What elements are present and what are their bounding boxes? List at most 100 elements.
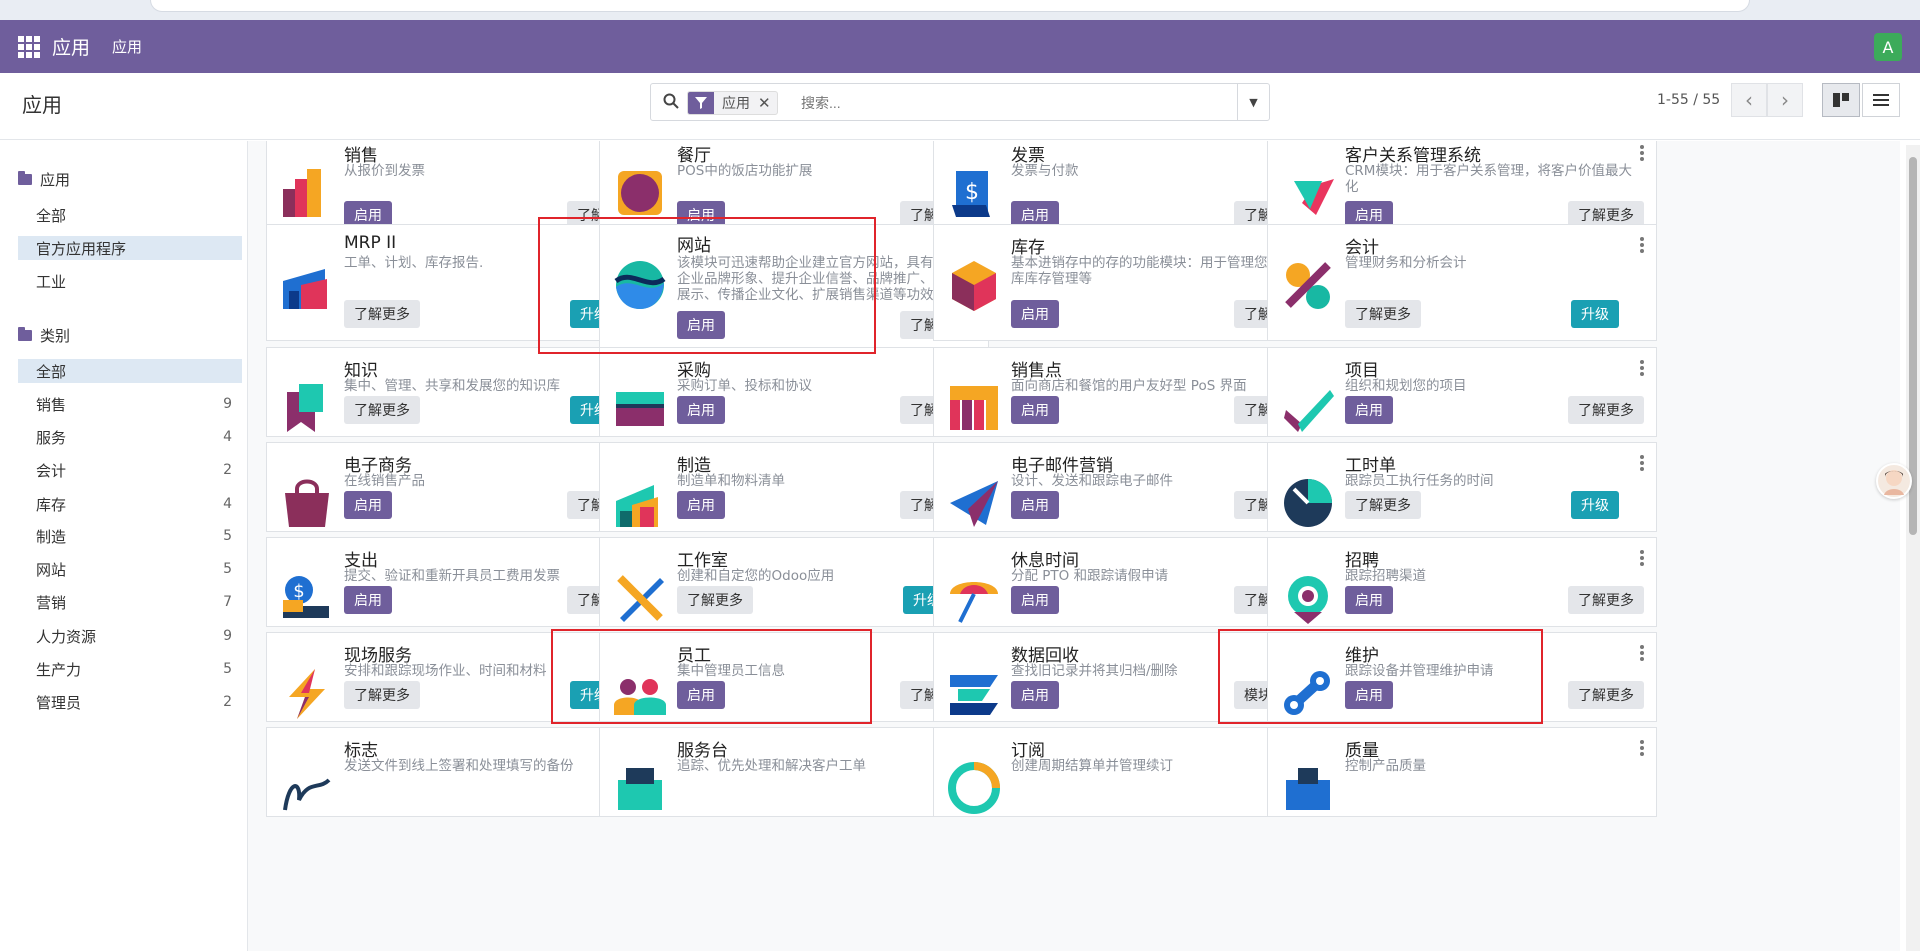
card-menu-icon[interactable] [1640, 237, 1644, 253]
pager-value[interactable]: 1-55 / 55 [1657, 92, 1720, 108]
app-card[interactable]: 质量 控制产品质量 [1267, 727, 1657, 817]
app-description: 跟踪设备并管理维护申请 [1345, 663, 1494, 679]
app-name: MRP II [344, 233, 397, 253]
learn-more-button[interactable]: 了解更多 [344, 396, 420, 424]
app-card[interactable]: 工时单 跟踪员工执行任务的时间 了解更多 升级 [1267, 442, 1657, 532]
sidebar-item-category[interactable]: 会计 2 [18, 458, 242, 482]
sidebar-item-category[interactable]: 网站 5 [18, 557, 242, 581]
remove-facet-icon[interactable]: ✕ [758, 94, 777, 112]
app-description: 面向商店和餐馆的用户友好型 PoS 界面 [1011, 378, 1247, 394]
card-menu-icon[interactable] [1640, 455, 1644, 471]
sidebar-item-category[interactable]: 营销 7 [18, 590, 242, 614]
app-card[interactable]: 项目 组织和规划您的项目 启用 了解更多 [1267, 347, 1657, 437]
search-icon[interactable] [663, 93, 679, 109]
activate-button[interactable]: 启用 [1345, 396, 1393, 424]
sidebar-item-industries[interactable]: 工业 [18, 269, 242, 293]
activate-button[interactable]: 启用 [1345, 681, 1393, 709]
activate-button[interactable]: 启用 [1011, 300, 1059, 328]
sidebar-item-category[interactable]: 人力资源 9 [18, 624, 242, 648]
activate-button[interactable]: 启用 [344, 491, 392, 519]
navbar-menu-apps[interactable]: 应用 [112, 36, 142, 57]
activate-button[interactable]: 启用 [677, 681, 725, 709]
card-menu-icon[interactable] [1640, 645, 1644, 661]
activate-button[interactable]: 启用 [1011, 586, 1059, 614]
card-menu-icon[interactable] [1640, 550, 1644, 566]
app-card[interactable]: 电子商务在线销售产品启用了解更多 [266, 442, 656, 532]
sidebar-item-category[interactable]: 管理员 2 [18, 690, 242, 714]
navbar-brand[interactable]: 应用 [52, 33, 90, 60]
apps-kanban: 销售从报价到发票启用了解更多餐厅POS中的饭店功能扩展启用了解更多$发票发票与付… [248, 141, 1900, 951]
recruitment-icon [1288, 576, 1328, 624]
app-card[interactable]: 网站 该模块可迅速帮助企业建立官方网站，具有树立企业品牌形象、提升企业信誉、品牌推… [599, 224, 989, 352]
user-avatar[interactable]: A [1874, 33, 1902, 61]
app-card[interactable]: 现场服务 安排和跟踪现场作业、时间和材料 了解更多 升级 [266, 632, 656, 722]
app-card[interactable]: 标志 发送文件到线上签署和处理填写的备份 [266, 727, 656, 817]
app-card[interactable]: 会计 管理财务和分析会计 了解更多 升级 [1267, 224, 1657, 341]
activate-button[interactable]: 启用 [677, 396, 725, 424]
app-description: 在线销售产品 [344, 473, 425, 489]
card-menu-icon[interactable] [1640, 145, 1644, 161]
app-card[interactable]: 招聘 跟踪招聘渠道 启用 了解更多 [1267, 537, 1657, 627]
search-options-toggle[interactable]: ▼ [1237, 84, 1269, 120]
browser-address-strip [0, 0, 1920, 20]
sidebar-item-category[interactable]: 全部 [18, 359, 242, 383]
app-card[interactable]: 电子邮件营销设计、发送和跟踪电子邮件启用了解更多 [933, 442, 1323, 532]
activate-button[interactable]: 启用 [677, 491, 725, 519]
app-card[interactable]: 工作室 创建和自定您的Odoo应用 了解更多 升级 [599, 537, 989, 627]
app-card[interactable]: 数据回收查找旧记录并将其归档/删除启用模块信息 [933, 632, 1323, 722]
sidebar-item-category[interactable]: 制造 5 [18, 524, 242, 548]
learn-more-button[interactable]: 了解更多 [1568, 681, 1644, 709]
list-view-button[interactable] [1862, 83, 1900, 117]
upgrade-button[interactable]: 升级 [1571, 300, 1619, 328]
app-grid-icon[interactable] [18, 35, 40, 58]
page-title: 应用 [22, 93, 62, 117]
app-card[interactable]: MRP II 工单、计划、库存报告. 了解更多 升级 [266, 224, 656, 341]
purchase-icon [616, 392, 664, 426]
app-card[interactable]: 知识 集中、管理、共享和发展您的知识库 了解更多 升级 [266, 347, 656, 437]
activate-button[interactable]: 启用 [1345, 586, 1393, 614]
app-card[interactable]: 库存基本进销存中的存的功能模块：用于管理您的仓库库存管理等启用了解更多 [933, 224, 1323, 341]
learn-more-button[interactable]: 了解更多 [1568, 396, 1644, 424]
app-description: POS中的饭店功能扩展 [677, 163, 813, 179]
app-card[interactable]: 维护 跟踪设备并管理维护申请 启用 了解更多 [1267, 632, 1657, 722]
activate-button[interactable]: 启用 [1011, 491, 1059, 519]
app-card[interactable]: 休息时间分配 PTO 和跟踪请假申请启用了解更多 [933, 537, 1323, 627]
app-card[interactable]: 采购采购订单、投标和协议启用了解更多 [599, 347, 989, 437]
sidebar-item-category[interactable]: 销售 9 [18, 392, 242, 416]
activate-button[interactable]: 启用 [344, 586, 392, 614]
app-card[interactable]: 销售点面向商店和餐馆的用户友好型 PoS 界面启用了解更多 [933, 347, 1323, 437]
pager-previous-button[interactable]: ‹ [1731, 83, 1767, 117]
kanban-view-button[interactable] [1822, 83, 1860, 117]
sidebar-item-all-apps[interactable]: 全部 [18, 203, 242, 227]
card-menu-icon[interactable] [1640, 360, 1644, 376]
app-card[interactable]: 服务台 追踪、优先处理和解决客户工单 [599, 727, 989, 817]
sidebar-item-category[interactable]: 生产力 5 [18, 657, 242, 681]
kanban-view-icon [1833, 93, 1849, 107]
learn-more-button[interactable]: 了解更多 [1568, 586, 1644, 614]
learn-more-button[interactable]: 了解更多 [1345, 491, 1421, 519]
app-description: CRM模块：用于客户关系管理，将客户价值最大化 [1345, 163, 1632, 195]
app-card[interactable]: 订阅 创建周期结算单并管理续订 [933, 727, 1323, 817]
learn-more-button[interactable]: 了解更多 [677, 586, 753, 614]
address-bar [150, 0, 1750, 12]
activate-button[interactable]: 启用 [677, 311, 725, 339]
app-card[interactable]: 员工集中管理员工信息启用了解更多 [599, 632, 989, 722]
vertical-scrollbar[interactable] [1906, 145, 1920, 951]
sidebar-item-official-apps[interactable]: 官方应用程序 [18, 236, 242, 260]
learn-more-button[interactable]: 了解更多 [1345, 300, 1421, 328]
assistant-avatar-icon[interactable] [1876, 463, 1912, 499]
search-input[interactable] [801, 92, 1201, 114]
pager-next-button[interactable]: › [1767, 83, 1803, 117]
sidebar-item-category[interactable]: 库存 4 [18, 492, 242, 516]
learn-more-button[interactable]: 了解更多 [344, 681, 420, 709]
activate-button[interactable]: 启用 [1011, 681, 1059, 709]
sidebar-section-categories: 类别 [18, 325, 70, 346]
activate-button[interactable]: 启用 [1011, 396, 1059, 424]
app-card[interactable]: 制造制造单和物料清单启用了解更多 [599, 442, 989, 532]
learn-more-button[interactable]: 了解更多 [344, 300, 420, 328]
sidebar-item-category[interactable]: 服务 4 [18, 425, 242, 449]
card-menu-icon[interactable] [1640, 740, 1644, 756]
folder-icon [18, 327, 32, 341]
app-card[interactable]: $支出提交、验证和重新开具员工费用发票启用了解更多 [266, 537, 656, 627]
upgrade-button[interactable]: 升级 [1571, 491, 1619, 519]
